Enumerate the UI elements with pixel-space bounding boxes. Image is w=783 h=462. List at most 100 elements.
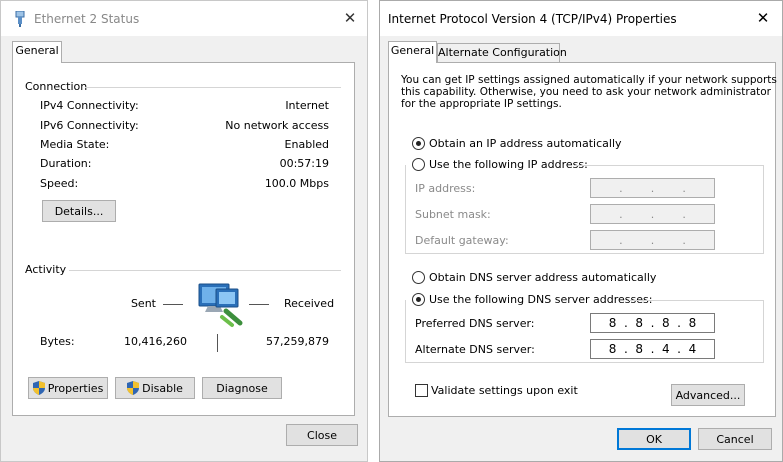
use-following-dns-radio[interactable] xyxy=(412,293,425,306)
use-following-ip-label[interactable]: Use the following IP address: xyxy=(429,158,588,171)
validate-settings-checkbox[interactable] xyxy=(415,384,428,397)
tab-general[interactable]: General xyxy=(388,41,437,63)
details-button[interactable]: Details... xyxy=(42,200,116,222)
ip-octet-separator: . xyxy=(619,207,623,221)
dns-octet-separator: . xyxy=(677,316,681,330)
ipv4-general-panel: You can get IP settings assigned automat… xyxy=(388,62,777,417)
ip-group-top-line xyxy=(574,165,764,166)
connection-heading: Connection xyxy=(25,80,88,93)
dns-octet: 8 xyxy=(635,342,644,356)
ok-button-label: OK xyxy=(646,432,662,446)
network-adapter-icon xyxy=(15,11,25,27)
received-label: Received xyxy=(284,297,335,310)
advanced-button[interactable]: Advanced... xyxy=(671,384,745,406)
obtain-dns-auto-radio[interactable] xyxy=(412,271,425,284)
duration-value: 00:57:19 xyxy=(279,157,329,170)
details-button-label: Details... xyxy=(54,204,104,218)
cancel-button-label: Cancel xyxy=(716,432,754,446)
disable-button[interactable]: Disable xyxy=(115,377,195,399)
tab-general[interactable]: General xyxy=(12,41,62,63)
default-gateway-input[interactable]: ... xyxy=(590,230,715,250)
bytes-received-value: 57,259,879 xyxy=(266,335,329,348)
status-title-bar: Ethernet 2 Status ✕ xyxy=(1,1,367,36)
media-state-value: Enabled xyxy=(284,138,329,151)
use-following-dns-label[interactable]: Use the following DNS server addresses: xyxy=(429,293,652,306)
preferred-dns-input[interactable]: 8 . 8 . 8 . 8 xyxy=(590,313,715,333)
dns-octet: 4 xyxy=(688,342,697,356)
connection-divider xyxy=(85,87,341,88)
ipv4-properties-window: Internet Protocol Version 4 (TCP/IPv4) P… xyxy=(379,0,783,462)
ip-octet-separator: . xyxy=(619,233,623,247)
dns-group-bottom-line xyxy=(405,362,764,363)
ipv4-title-bar: Internet Protocol Version 4 (TCP/IPv4) P… xyxy=(380,1,782,36)
ip-address-label: IP address: xyxy=(415,182,476,195)
alternate-dns-label: Alternate DNS server: xyxy=(415,343,535,356)
validate-settings-label[interactable]: Validate settings upon exit xyxy=(431,384,578,397)
dns-octet-separator: . xyxy=(623,342,628,356)
dns-octet-separator: . xyxy=(650,316,655,330)
dns-octet-separator: . xyxy=(623,316,628,330)
ipv6-connectivity-value: No network access xyxy=(225,119,329,132)
activity-heading: Activity xyxy=(25,263,67,276)
subnet-mask-label: Subnet mask: xyxy=(415,208,491,221)
default-gateway-label: Default gateway: xyxy=(415,234,509,247)
tab-alternate-configuration-label: Alternate Configuration xyxy=(438,46,567,59)
ipv4-window-title: Internet Protocol Version 4 (TCP/IPv4) P… xyxy=(388,12,677,26)
dns-octet: 8 xyxy=(688,316,697,330)
ip-address-input[interactable]: ... xyxy=(590,178,715,198)
alternate-dns-input[interactable]: 8 . 8 . 4 . 4 xyxy=(590,339,715,359)
tab-general-label: General xyxy=(390,44,435,57)
ip-octet-separator: . xyxy=(650,207,655,221)
activity-center-divider xyxy=(217,334,218,352)
ipv4-connectivity-label: IPv4 Connectivity: xyxy=(40,99,139,112)
status-general-panel: Connection IPv4 Connectivity: Internet I… xyxy=(12,62,355,416)
speed-label: Speed: xyxy=(40,177,79,190)
received-line xyxy=(249,304,269,305)
dns-octet: 8 xyxy=(635,316,644,330)
sent-label: Sent xyxy=(130,297,156,310)
close-button[interactable]: Close xyxy=(286,424,358,446)
network-computer-icon xyxy=(198,283,243,327)
sent-line xyxy=(163,304,183,305)
ok-button[interactable]: OK xyxy=(617,428,691,450)
ip-group-bottom-line xyxy=(405,253,764,254)
dns-octet: 4 xyxy=(661,342,670,356)
status-window-title: Ethernet 2 Status xyxy=(34,12,140,26)
tab-general-label: General xyxy=(15,44,59,57)
bytes-label: Bytes: xyxy=(40,335,75,348)
ip-octet-separator: . xyxy=(619,181,623,195)
preferred-dns-label: Preferred DNS server: xyxy=(415,317,535,330)
dns-octet-separator: . xyxy=(677,342,681,356)
ip-octet-separator: . xyxy=(650,233,655,247)
status-close-icon[interactable]: ✕ xyxy=(338,7,362,29)
dns-group-right-line xyxy=(763,300,764,362)
ip-group-right-line xyxy=(763,165,764,253)
advanced-button-label: Advanced... xyxy=(675,388,741,402)
dns-octet: 8 xyxy=(661,316,670,330)
media-state-label: Media State: xyxy=(40,138,110,151)
ipv6-connectivity-label: IPv6 Connectivity: xyxy=(40,119,139,132)
disable-button-label: Disable xyxy=(142,381,183,395)
ipv4-connectivity-value: Internet xyxy=(285,99,329,112)
use-following-ip-radio[interactable] xyxy=(412,158,425,171)
subnet-mask-input[interactable]: ... xyxy=(590,204,715,224)
ip-octet-separator: . xyxy=(650,181,655,195)
ipv4-description-line: for the appropriate IP settings. xyxy=(401,98,562,110)
tab-alternate-configuration[interactable]: Alternate Configuration xyxy=(437,43,567,63)
ipv4-description-line: this capability. Otherwise, you need to … xyxy=(401,86,772,98)
uac-shield-icon xyxy=(32,381,45,395)
diagnose-button-label: Diagnose xyxy=(216,381,268,395)
dns-octet: 8 xyxy=(608,316,617,330)
ipv4-close-icon[interactable]: ✕ xyxy=(751,7,775,29)
obtain-ip-auto-label[interactable]: Obtain an IP address automatically xyxy=(429,137,622,150)
properties-button[interactable]: Properties xyxy=(28,377,108,399)
ip-octet-separator: . xyxy=(682,207,686,221)
ipv4-description: You can get IP settings assigned automat… xyxy=(401,74,777,110)
activity-divider xyxy=(69,270,341,271)
ip-octet-separator: . xyxy=(682,181,686,195)
obtain-ip-auto-radio[interactable] xyxy=(412,137,425,150)
obtain-dns-auto-label[interactable]: Obtain DNS server address automatically xyxy=(429,271,656,284)
cancel-button[interactable]: Cancel xyxy=(698,428,772,450)
close-button-label: Close xyxy=(307,428,337,442)
diagnose-button[interactable]: Diagnose xyxy=(202,377,282,399)
